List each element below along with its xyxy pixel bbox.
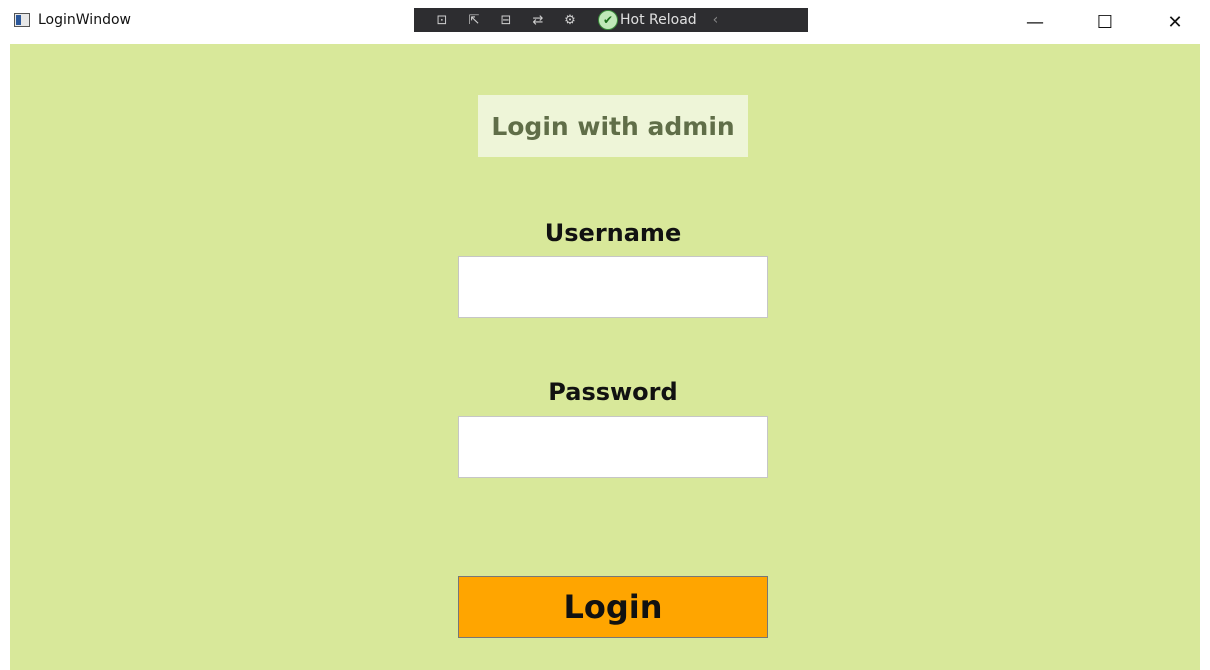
window-controls: — ☐ ✕ xyxy=(1000,0,1210,44)
login-panel: Login with admin Username Password Login xyxy=(10,44,1200,670)
maximize-button[interactable]: ☐ xyxy=(1070,0,1140,44)
layout-adorners-icon[interactable]: ⊟ xyxy=(492,10,520,30)
username-input[interactable] xyxy=(458,256,768,318)
hot-reload-settings-icon[interactable]: ⚙ xyxy=(556,10,584,30)
window-title: LoginWindow xyxy=(38,12,131,28)
app-window-icon xyxy=(14,13,30,27)
select-live-icon[interactable]: ⇱ xyxy=(460,10,488,30)
login-button[interactable]: Login xyxy=(458,576,768,638)
username-label: Username xyxy=(544,219,682,247)
collapse-chevron-icon[interactable]: ‹ xyxy=(713,12,719,28)
login-heading: Login with admin xyxy=(478,95,748,157)
title-bar: LoginWindow ⊡ ⇱ ⊟ ⇄ ⚙ ✔ Hot Reload ‹ — ☐… xyxy=(0,0,1210,44)
select-element-icon[interactable]: ⊡ xyxy=(428,10,456,30)
debug-toolbar: ⊡ ⇱ ⊟ ⇄ ⚙ ✔ Hot Reload ‹ xyxy=(414,8,808,32)
close-button[interactable]: ✕ xyxy=(1140,0,1210,44)
hot-reload-label[interactable]: Hot Reload xyxy=(620,12,697,28)
track-focus-icon[interactable]: ⇄ xyxy=(524,10,552,30)
password-input[interactable] xyxy=(458,416,768,478)
hot-reload-check-icon[interactable]: ✔ xyxy=(598,10,618,30)
password-label: Password xyxy=(548,378,678,406)
minimize-button[interactable]: — xyxy=(1000,0,1070,44)
